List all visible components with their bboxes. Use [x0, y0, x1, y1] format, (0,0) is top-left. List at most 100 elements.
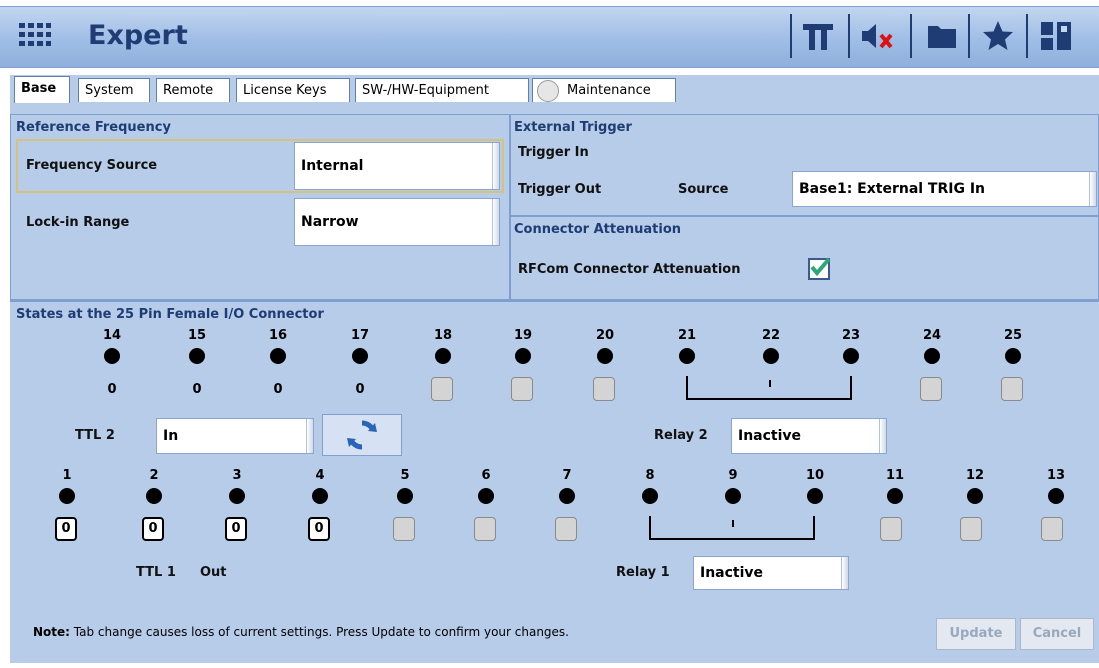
toolbar-separator — [910, 14, 912, 58]
lockin-range-select[interactable]: Narrow — [294, 198, 500, 246]
ttl2-value: In — [163, 428, 179, 444]
pin-dot — [229, 488, 245, 504]
pin-dot — [435, 348, 451, 364]
pin-dot — [104, 348, 120, 364]
trigger-source-label: Source — [678, 182, 729, 197]
pin-number: 14 — [102, 328, 122, 343]
pin-dot — [559, 488, 575, 504]
pin-dot — [59, 488, 75, 504]
trigger-source-value: Base1: External TRIG In — [799, 181, 986, 197]
pin-dot — [725, 488, 741, 504]
pin-number: 15 — [187, 328, 207, 343]
pin-number: 17 — [350, 328, 370, 343]
mute-icon[interactable] — [860, 18, 896, 54]
pin-number: 5 — [400, 468, 410, 483]
pin-dot — [807, 488, 823, 504]
lockin-range-value: Narrow — [301, 214, 359, 230]
rfcom-attenuation-label: RFCom Connector Attenuation — [518, 262, 741, 277]
pin-number: 13 — [1046, 468, 1066, 483]
pin-dot — [887, 488, 903, 504]
pin-state-box[interactable] — [431, 377, 453, 401]
cancel-button[interactable]: Cancel — [1020, 618, 1094, 650]
pin-number: 2 — [149, 468, 159, 483]
pin-number: 10 — [805, 468, 825, 483]
trigger-source-select[interactable]: Base1: External TRIG In — [792, 171, 1097, 207]
pin-dot — [1005, 348, 1021, 364]
update-button[interactable]: Update — [936, 618, 1016, 650]
status-led-icon — [537, 80, 559, 102]
pin-state-box[interactable] — [1041, 517, 1063, 541]
frequency-source-select[interactable]: Internal — [294, 142, 500, 190]
relay1-select[interactable]: Inactive — [693, 556, 849, 590]
pin-state-box[interactable] — [960, 517, 982, 541]
pin-dot — [843, 348, 859, 364]
folder-icon[interactable] — [924, 18, 960, 54]
pin-dot — [679, 348, 695, 364]
pin-number: 19 — [513, 328, 533, 343]
ttl2-select[interactable]: In — [156, 418, 314, 454]
pin-state-box[interactable] — [880, 517, 902, 541]
refresh-button[interactable] — [322, 414, 402, 456]
pi-icon[interactable] — [800, 18, 836, 54]
tab-sw-hw-equipment[interactable]: SW-/HW-Equipment — [355, 78, 529, 102]
pin-number: 18 — [433, 328, 453, 343]
pin-state-box[interactable] — [920, 377, 942, 401]
pin-state-box[interactable] — [593, 377, 615, 401]
pin-value: 0 — [192, 382, 202, 397]
pin-value-box[interactable]: 0 — [55, 517, 77, 541]
toolbar-separator — [848, 14, 850, 58]
connector-states-title: States at the 25 Pin Female I/O Connecto… — [16, 307, 324, 322]
refresh-icon — [347, 420, 377, 450]
footer-note-text: Tab change causes loss of current settin… — [69, 625, 569, 639]
frequency-source-value: Internal — [301, 158, 364, 174]
pin-value: 0 — [355, 382, 365, 397]
section-divider — [10, 300, 1099, 302]
layout-icon[interactable] — [1038, 18, 1074, 54]
pin-dot — [146, 488, 162, 504]
pin-number: 4 — [315, 468, 325, 483]
pin-number: 11 — [885, 468, 905, 483]
pin-number: 20 — [595, 328, 615, 343]
pin-value: 0 — [273, 382, 283, 397]
pin-state-box[interactable] — [511, 377, 533, 401]
pin-state-box[interactable] — [1001, 377, 1023, 401]
pin-dot — [924, 348, 940, 364]
pin-number: 6 — [481, 468, 491, 483]
tab-remote[interactable]: Remote — [156, 78, 230, 102]
toolbar-separator — [1026, 14, 1028, 58]
pin-number: 16 — [268, 328, 288, 343]
pin-number: 12 — [965, 468, 985, 483]
pin-value-box[interactable]: 0 — [142, 517, 164, 541]
pin-number: 7 — [562, 468, 572, 483]
footer-note: Note: Tab change causes loss of current … — [33, 625, 569, 639]
star-icon[interactable] — [980, 18, 1016, 54]
pin-number: 9 — [728, 468, 738, 483]
pin-number: 3 — [232, 468, 242, 483]
tab-license-keys[interactable]: License Keys — [236, 78, 350, 102]
toolbar-separator — [790, 14, 792, 58]
grid-menu-icon[interactable] — [18, 22, 52, 52]
relay1-label: Relay 1 — [616, 565, 670, 580]
pin-state-box[interactable] — [393, 517, 415, 541]
pin-dot — [478, 488, 494, 504]
pin-dot — [352, 348, 368, 364]
rfcom-attenuation-checkbox[interactable] — [808, 257, 831, 280]
pin-value-box[interactable]: 0 — [225, 517, 247, 541]
trigger-out-label: Trigger Out — [518, 182, 602, 197]
pin-dot — [1048, 488, 1064, 504]
relay2-tick — [769, 380, 771, 387]
ttl1-value: Out — [200, 565, 227, 580]
tab-system[interactable]: System — [78, 78, 150, 102]
pin-state-box[interactable] — [474, 517, 496, 541]
pin-dot — [270, 348, 286, 364]
pin-value-box[interactable]: 0 — [308, 517, 330, 541]
external-trigger-title: External Trigger — [514, 120, 632, 135]
pin-number: 8 — [645, 468, 655, 483]
pin-state-box[interactable] — [555, 517, 577, 541]
pin-number: 23 — [841, 328, 861, 343]
relay2-select[interactable]: Inactive — [731, 418, 887, 454]
frequency-source-label: Frequency Source — [26, 158, 158, 173]
tab-base[interactable]: Base — [14, 76, 70, 103]
relay1-tick — [732, 520, 734, 527]
toolbar-separator — [968, 14, 970, 58]
